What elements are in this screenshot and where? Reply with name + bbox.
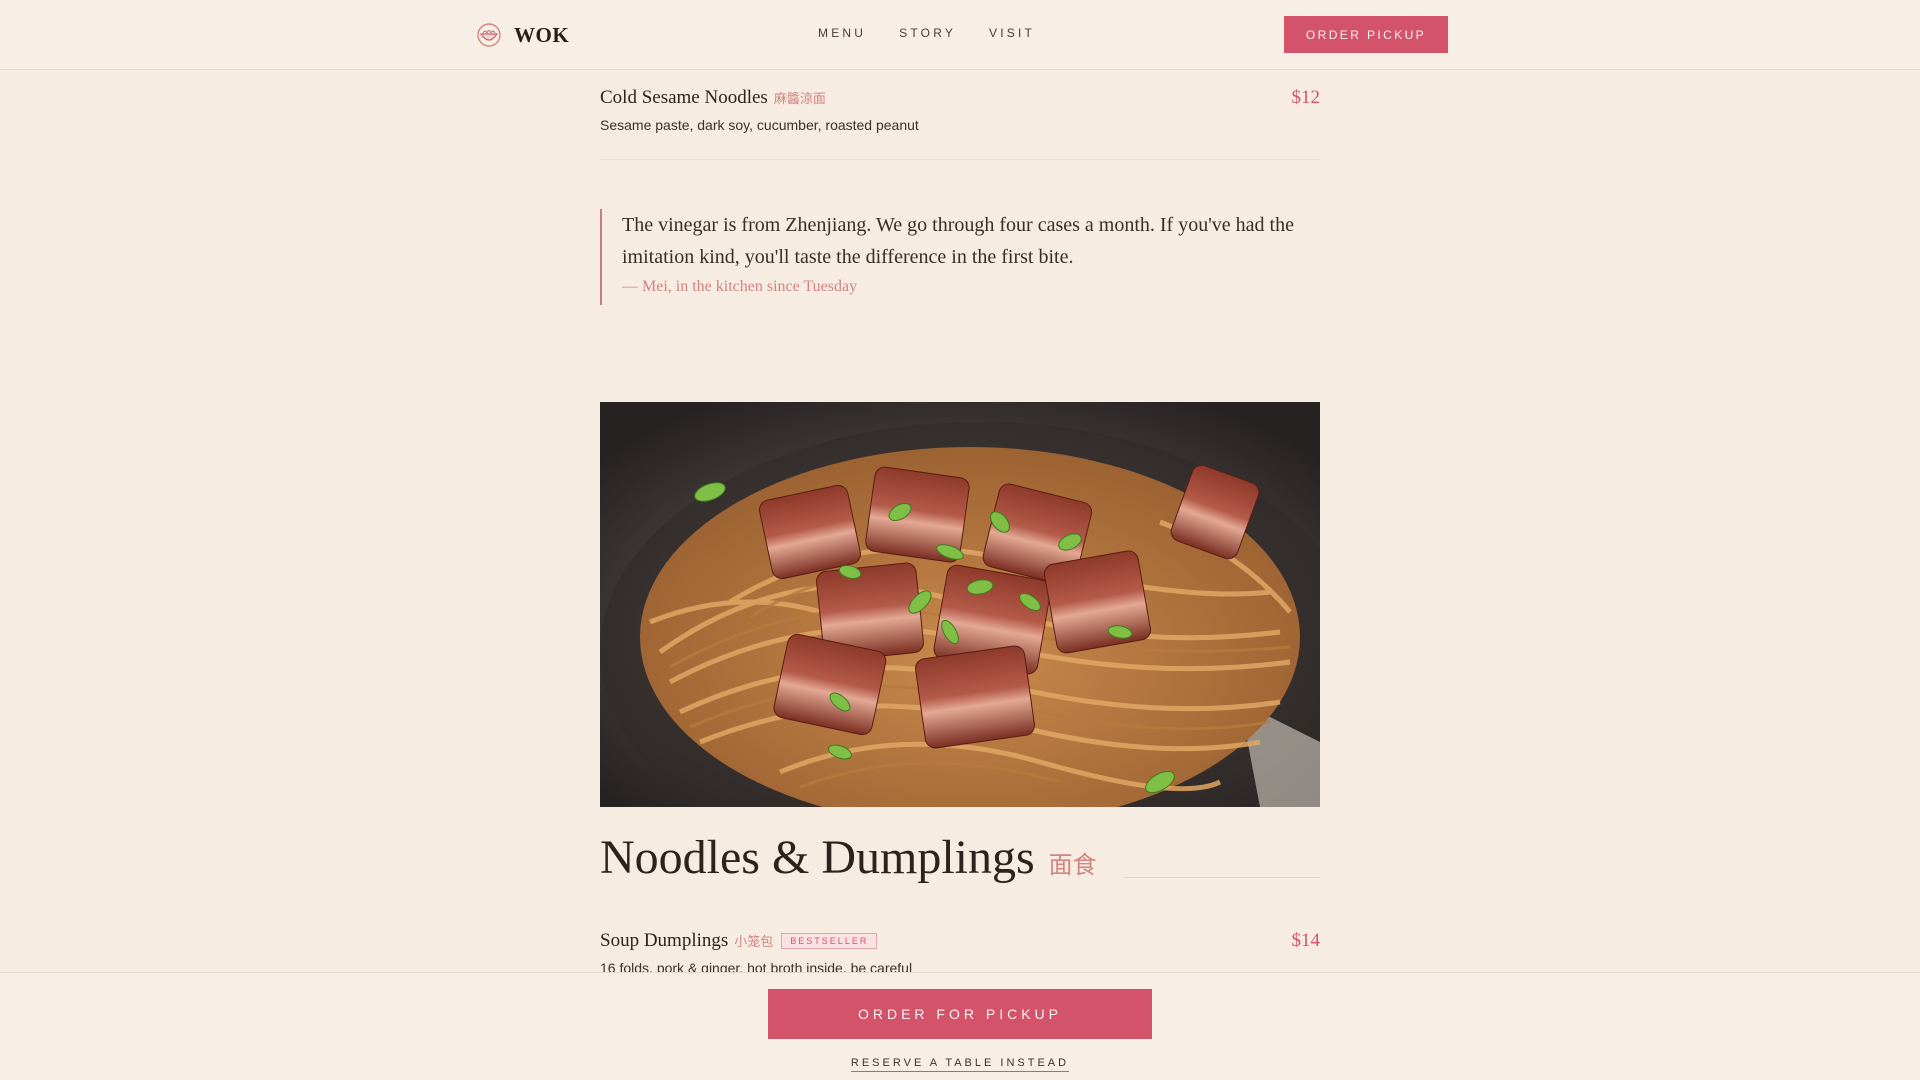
item-name: Soup Dumplings — [600, 930, 729, 951]
quote-text: The vinegar is from Zhenjiang. We go thr… — [622, 214, 1294, 268]
section-divider — [1124, 877, 1320, 878]
food-photo-illustration — [600, 402, 1320, 807]
order-for-pickup-button[interactable]: ORDER FOR PICKUP — [768, 989, 1152, 1039]
order-pickup-button[interactable]: ORDER PICKUP — [1284, 16, 1448, 53]
nav-story[interactable]: STORY — [899, 26, 956, 40]
item-description: Sesame paste, dark soy, cucumber, roaste… — [600, 117, 919, 133]
nav-menu[interactable]: MENU — [818, 26, 866, 40]
section-chinese-title: 面食 — [1048, 852, 1097, 879]
menu-item: Cold Sesame Noodles 麻醬涼面 $12 Sesame paste… — [600, 87, 1320, 133]
reserve-link-wrapper: RESERVE A TABLE INSTEAD — [0, 1053, 1920, 1072]
item-price: $12 — [1291, 87, 1321, 108]
quote-author: — Mei, in the kitchen since Tuesday — [622, 278, 858, 295]
nav-visit[interactable]: VISIT — [989, 26, 1035, 40]
sticky-order-bar: ORDER FOR PICKUP RESERVE A TABLE INSTEAD — [0, 972, 1920, 1080]
item-price: $14 — [1291, 930, 1321, 951]
section-title: Noodles & Dumplings — [600, 831, 1035, 884]
brand[interactable]: WOK — [476, 20, 569, 50]
braised-pork-noodles-image — [600, 402, 1320, 807]
item-divider — [600, 159, 1320, 160]
item-name: Cold Sesame Noodles — [600, 87, 768, 108]
brand-name: WOK — [514, 22, 570, 47]
menu-item: Soup Dumplings 小笼包 BESTSELLER $14 16 folds… — [600, 930, 1320, 976]
item-chinese-name: 麻醬涼面 — [773, 91, 826, 106]
reserve-table-link[interactable]: RESERVE A TABLE INSTEAD — [850, 1057, 1070, 1072]
bowl-icon — [477, 23, 501, 47]
section-header: Noodles & Dumplings 面食 — [600, 830, 1320, 896]
bestseller-badge: BESTSELLER — [781, 933, 878, 949]
kitchen-quote: The vinegar is from Zhenjiang. We go thr… — [600, 209, 1320, 305]
main-nav: MENU STORY VISIT — [818, 26, 1035, 40]
site-header: WOK MENU STORY VISIT ORDER PICKUP — [0, 0, 1920, 70]
item-chinese-name: 小笼包 — [734, 934, 774, 949]
